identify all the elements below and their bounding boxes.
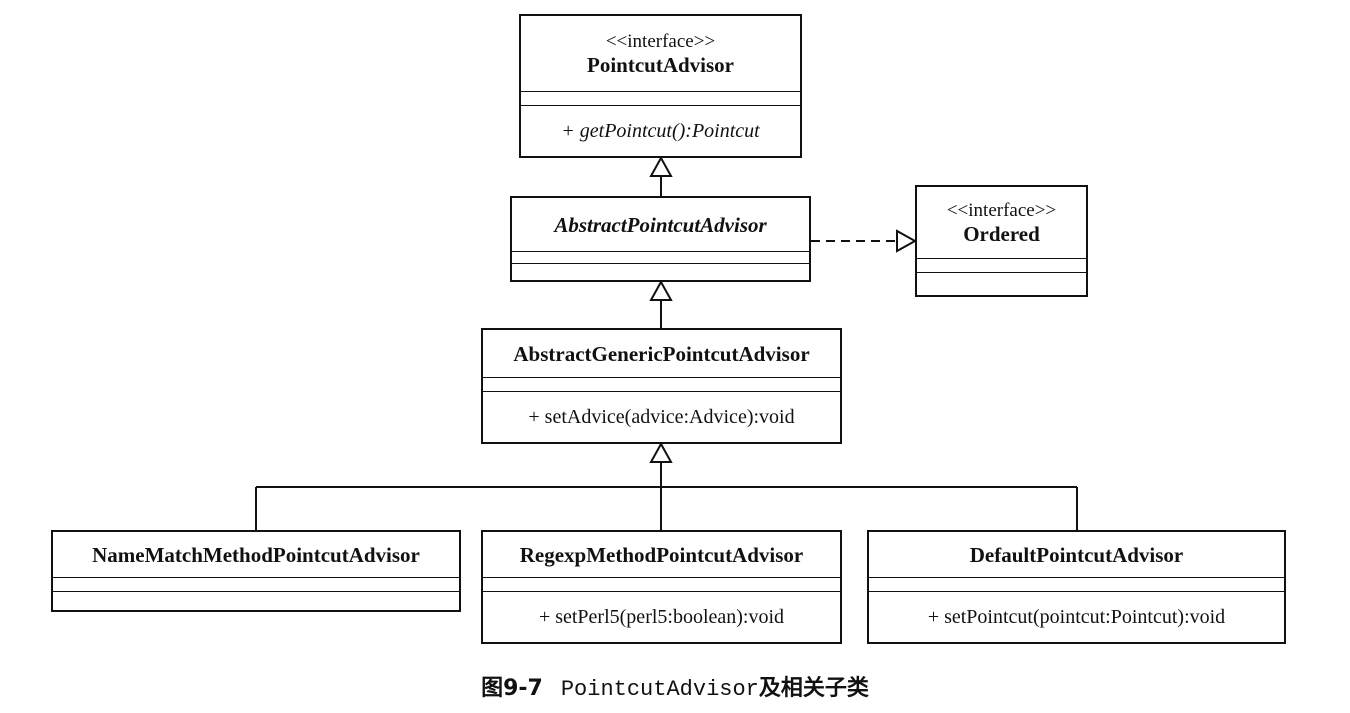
class-name: AbstractPointcutAdvisor [554, 212, 767, 237]
inheritance-arrowhead-pointcut-advisor [649, 155, 673, 177]
stereotype-label: <<interface>> [605, 30, 716, 52]
operation-compartment [512, 264, 809, 280]
attribute-compartment [512, 252, 809, 264]
operation-set-advice: + setAdvice(advice:Advice):void [528, 405, 795, 428]
class-name-match-method-pointcut-advisor: NameMatchMethodPointcutAdvisor [51, 530, 461, 612]
caption-class-name: PointcutAdvisor [560, 677, 759, 702]
figure-caption: 图9-7 PointcutAdvisor及相关子类 [0, 670, 1350, 702]
attribute-compartment [869, 578, 1284, 592]
class-name: DefaultPointcutAdvisor [969, 542, 1184, 567]
stereotype-label: <<interface>> [946, 199, 1057, 221]
name-compartment: DefaultPointcutAdvisor [869, 532, 1284, 578]
figure-number: 图9-7 [481, 676, 543, 701]
name-compartment: <<interface>> Ordered [917, 187, 1086, 259]
class-pointcut-advisor: <<interface>> PointcutAdvisor + getPoint… [519, 14, 802, 158]
class-name: AbstractGenericPointcutAdvisor [513, 341, 810, 366]
name-compartment: NameMatchMethodPointcutAdvisor [53, 532, 459, 578]
operation-set-pointcut: + setPointcut(pointcut:Pointcut):void [927, 605, 1226, 628]
inheritance-arrowhead-abstract-pointcut-advisor [649, 279, 673, 301]
class-ordered: <<interface>> Ordered [915, 185, 1088, 297]
realization-arrowhead-ordered [896, 229, 918, 253]
class-name: RegexpMethodPointcutAdvisor [519, 542, 804, 567]
attribute-compartment [53, 578, 459, 592]
operation-compartment [917, 273, 1086, 295]
class-name: PointcutAdvisor [587, 52, 734, 77]
operation-get-pointcut: + getPointcut():Pointcut [561, 119, 760, 142]
inheritance-arrowhead-abstract-generic [649, 441, 673, 463]
class-abstract-pointcut-advisor: AbstractPointcutAdvisor [510, 196, 811, 282]
attribute-compartment [521, 92, 800, 106]
name-compartment: RegexpMethodPointcutAdvisor [483, 532, 840, 578]
operation-compartment: + getPointcut():Pointcut [521, 106, 800, 156]
class-name: Ordered [963, 221, 1040, 246]
name-compartment: AbstractGenericPointcutAdvisor [483, 330, 840, 378]
uml-class-diagram: <<interface>> PointcutAdvisor + getPoint… [0, 0, 1350, 713]
name-compartment: AbstractPointcutAdvisor [512, 198, 809, 252]
operation-compartment: + setAdvice(advice:Advice):void [483, 392, 840, 442]
attribute-compartment [483, 378, 840, 392]
class-default-pointcut-advisor: DefaultPointcutAdvisor + setPointcut(poi… [867, 530, 1286, 644]
name-compartment: <<interface>> PointcutAdvisor [521, 16, 800, 92]
caption-suffix: 及相关子类 [758, 676, 869, 701]
attribute-compartment [917, 259, 1086, 273]
class-regexp-method-pointcut-advisor: RegexpMethodPointcutAdvisor + setPerl5(p… [481, 530, 842, 644]
class-abstract-generic-pointcut-advisor: AbstractGenericPointcutAdvisor + setAdvi… [481, 328, 842, 444]
class-name: NameMatchMethodPointcutAdvisor [92, 542, 420, 567]
operation-compartment: + setPointcut(pointcut:Pointcut):void [869, 592, 1284, 642]
operation-compartment: + setPerl5(perl5:boolean):void [483, 592, 840, 642]
operation-set-perl5: + setPerl5(perl5:boolean):void [538, 605, 785, 628]
operation-compartment [53, 592, 459, 610]
attribute-compartment [483, 578, 840, 592]
